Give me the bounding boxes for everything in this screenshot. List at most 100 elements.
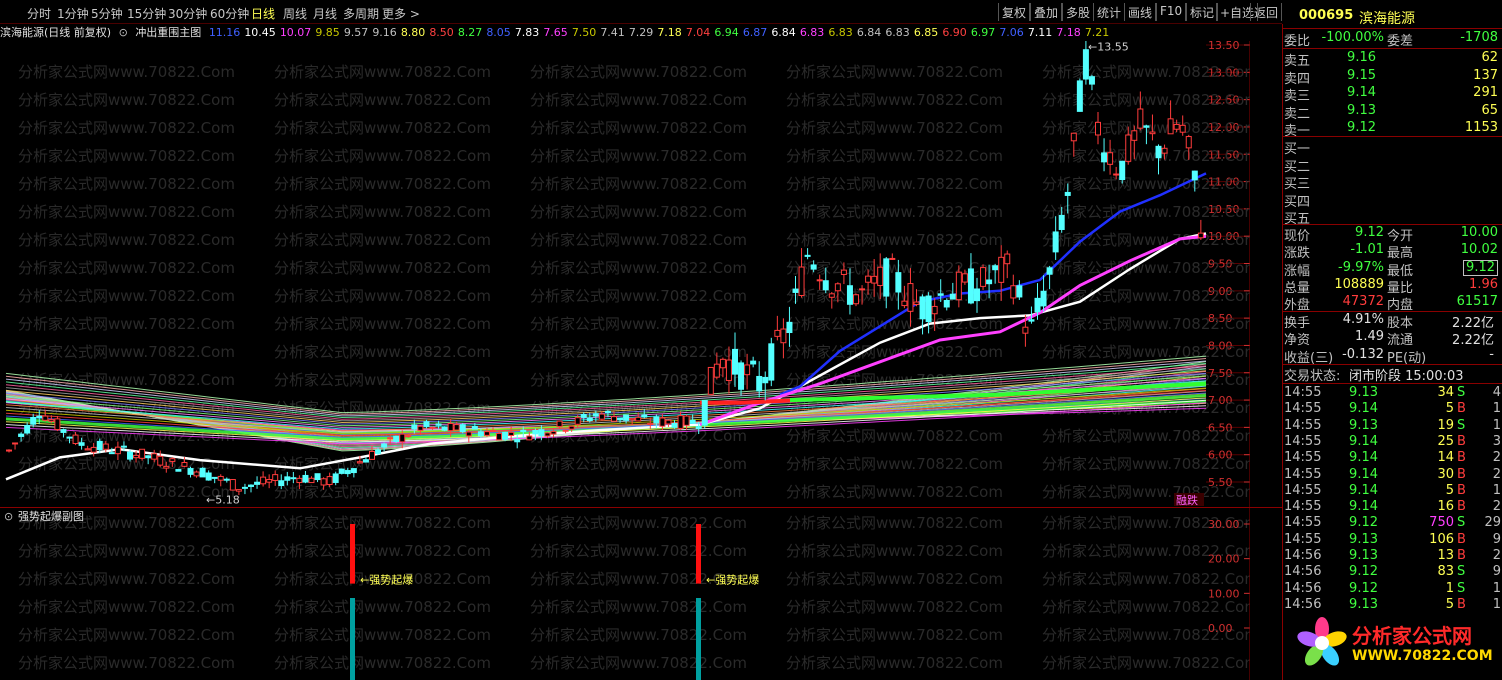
candle[interactable] [1046,267,1053,275]
candle[interactable] [465,431,472,437]
candle[interactable] [157,455,164,466]
candle[interactable] [1173,123,1180,130]
candle[interactable] [901,300,908,307]
candle[interactable] [556,420,563,428]
candle[interactable] [877,266,884,287]
candle[interactable] [568,425,575,430]
candle[interactable] [1022,326,1029,334]
candle[interactable] [538,429,545,437]
period-tab[interactable]: 日线 [251,5,275,22]
candle[interactable] [665,419,672,425]
candle[interactable] [187,468,194,475]
candle[interactable] [254,481,261,485]
candle[interactable] [405,435,412,438]
candle[interactable] [768,343,775,381]
candle[interactable] [248,484,254,487]
candle[interactable] [344,470,351,475]
candle[interactable] [1010,285,1017,299]
candle[interactable] [647,422,654,426]
candle[interactable] [526,435,533,441]
candle[interactable] [241,486,248,489]
candle[interactable] [562,429,569,432]
candle[interactable] [955,271,962,301]
candle[interactable] [1113,173,1120,176]
period-tab[interactable]: 5分钟 [91,5,123,22]
candle[interactable] [967,268,974,304]
period-tab[interactable]: 15分钟 [127,5,166,22]
candle[interactable] [986,279,993,285]
candle[interactable] [1149,131,1156,135]
candle[interactable] [1191,170,1198,181]
candle[interactable] [114,446,121,455]
candle[interactable] [1179,124,1186,133]
candle[interactable] [175,469,182,472]
candle[interactable] [102,443,109,450]
candle[interactable] [786,321,793,334]
candle[interactable] [223,478,230,481]
candle[interactable] [284,476,291,481]
candle[interactable] [441,426,448,431]
candle[interactable] [1131,130,1138,141]
candle[interactable] [181,461,188,467]
candle[interactable] [629,417,636,421]
candle[interactable] [78,442,85,446]
candle[interactable] [235,489,242,492]
candle[interactable] [314,473,321,481]
candle[interactable] [683,415,690,426]
candle[interactable] [381,443,388,448]
candle[interactable] [423,421,430,427]
candle[interactable] [108,452,115,455]
candle[interactable] [937,293,944,296]
candle[interactable] [919,296,926,320]
candle[interactable] [1016,285,1023,298]
toolbar-button[interactable]: 统计 [1093,3,1126,21]
candle[interactable] [798,266,805,296]
candle[interactable] [949,293,956,300]
candle[interactable] [42,415,49,421]
candle[interactable] [913,301,920,305]
candle[interactable] [532,430,539,435]
candle[interactable] [810,264,817,270]
candle[interactable] [266,478,273,483]
candle[interactable] [853,294,859,305]
toolbar-button[interactable]: 标记 [1186,3,1219,21]
candle[interactable] [1058,214,1065,230]
candle[interactable] [139,448,146,459]
toolbar-button[interactable]: 多股 [1062,3,1095,21]
candle[interactable] [623,414,630,421]
candle[interactable] [193,471,200,477]
candle[interactable] [586,417,593,422]
candle[interactable] [943,300,950,308]
candle[interactable] [750,360,757,365]
candle[interactable] [677,415,684,429]
ask-price[interactable]: 9.12 [1347,120,1376,135]
candle[interactable] [883,258,890,297]
candle[interactable] [127,451,133,460]
candle[interactable] [725,359,732,381]
candle[interactable] [84,448,91,451]
candle[interactable] [961,273,968,283]
candle[interactable] [151,453,158,460]
period-tab[interactable]: 1分钟 [57,5,89,22]
candle[interactable] [925,295,932,323]
candle[interactable] [659,417,666,427]
candle[interactable] [1119,160,1126,180]
candle[interactable] [762,376,769,384]
candle[interactable] [1107,152,1114,165]
candle[interactable] [1197,232,1204,239]
candle[interactable] [90,446,97,453]
subchart-menu-icon[interactable]: ⊙ [4,510,13,523]
candle[interactable] [859,288,866,291]
candle[interactable] [840,269,847,275]
candle[interactable] [356,461,363,464]
candle[interactable] [54,418,61,431]
candle[interactable] [604,410,611,413]
candle[interactable] [362,459,369,463]
candle[interactable] [429,426,436,429]
candle[interactable] [1052,231,1059,253]
candle[interactable] [338,468,345,474]
candle[interactable] [205,472,212,481]
candle[interactable] [598,413,605,420]
ask-price[interactable]: 9.16 [1347,50,1376,65]
candle[interactable] [18,433,25,437]
